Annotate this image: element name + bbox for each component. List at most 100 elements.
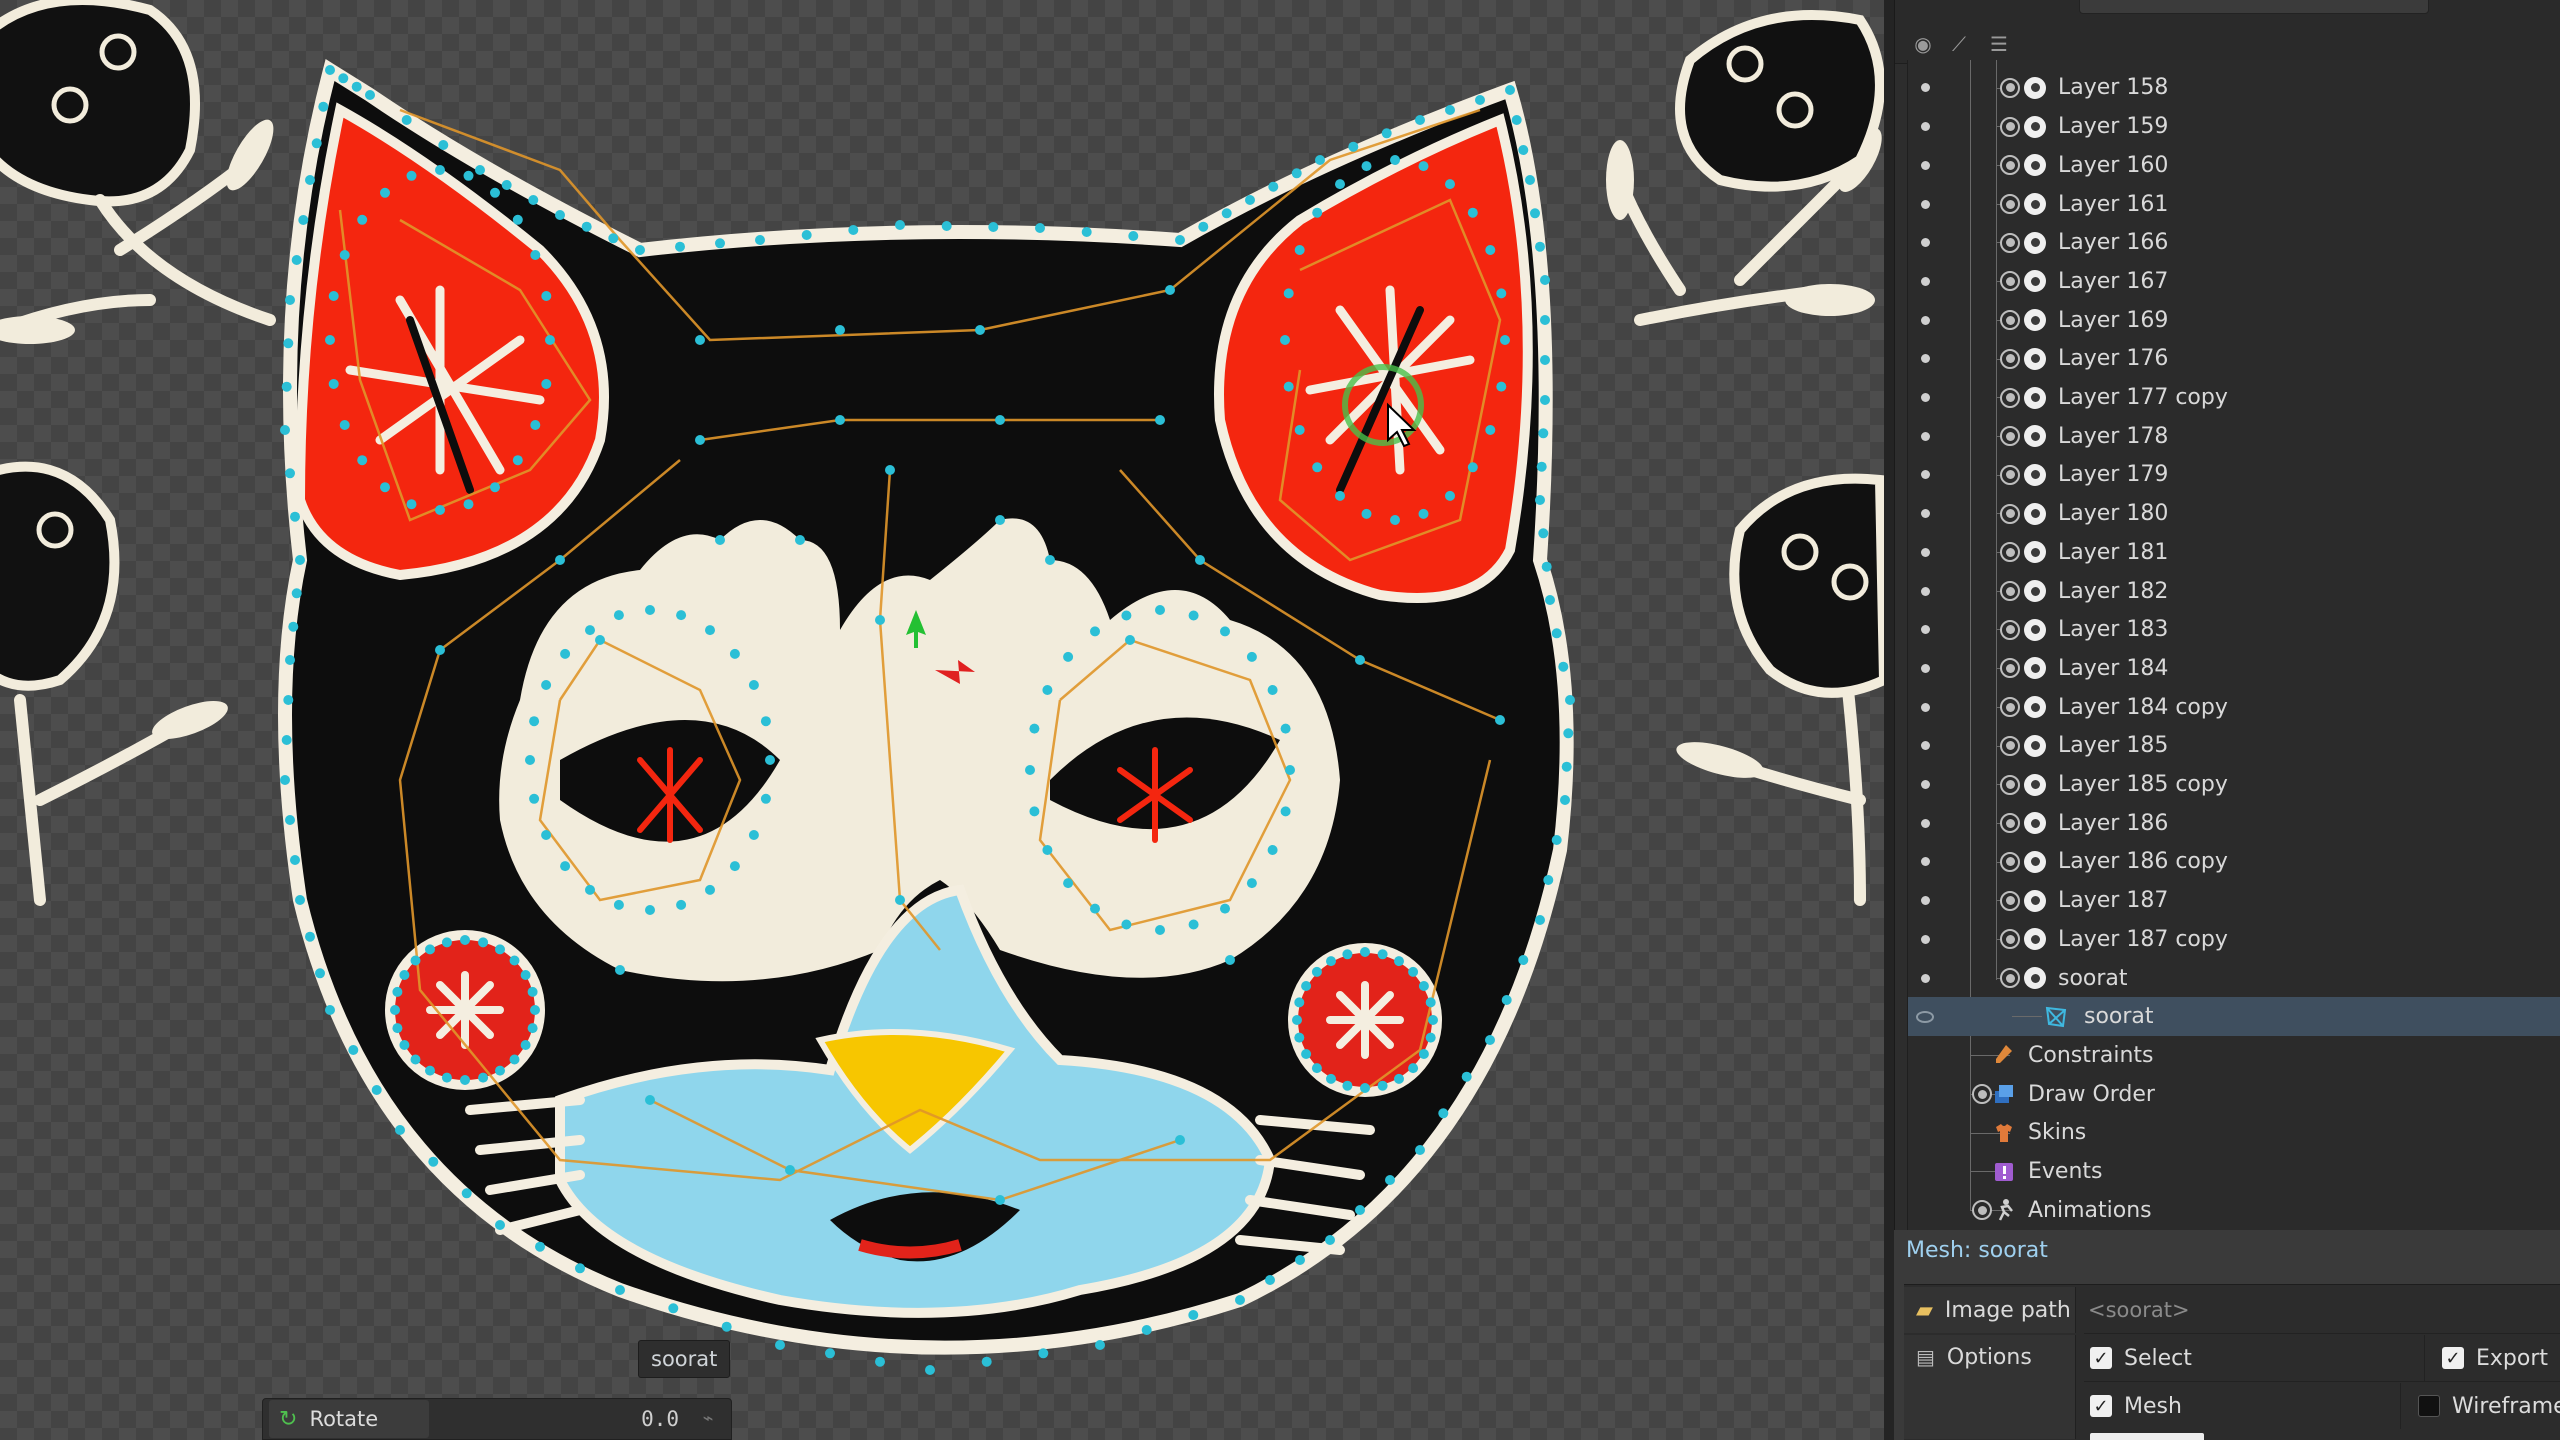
mesh-vertex[interactable] (392, 986, 403, 997)
mesh-vertex[interactable] (1538, 428, 1549, 439)
tree-item-mesh-soorat[interactable]: soorat (1908, 997, 2560, 1037)
tree-section-draw-order[interactable]: Draw Order (1908, 1075, 2560, 1114)
mesh-vertex[interactable] (1536, 461, 1547, 472)
mesh-vertex[interactable] (1081, 227, 1092, 237)
visibility-toggle-icon[interactable] (1916, 543, 1934, 561)
mesh-vertex[interactable] (463, 170, 474, 181)
mesh-vertex[interactable] (1563, 728, 1574, 739)
mesh-vertex[interactable] (595, 635, 605, 645)
expand-toggle-icon[interactable] (2000, 581, 2020, 602)
mesh-vertex[interactable] (1467, 207, 1478, 218)
mesh-vertex[interactable] (1295, 1255, 1305, 1265)
mesh-vertex[interactable] (1063, 651, 1074, 662)
mesh-vertex[interactable] (1268, 181, 1279, 192)
mesh-vertex[interactable] (541, 291, 552, 301)
mesh-vertex[interactable] (925, 1365, 935, 1375)
tree-section-constraints[interactable]: Constraints (1908, 1036, 2560, 1075)
mesh-vertex[interactable] (1385, 1175, 1395, 1185)
mesh-vertex[interactable] (435, 645, 445, 655)
mesh-vertex[interactable] (288, 621, 299, 632)
mesh-vertex[interactable] (1540, 315, 1550, 325)
mesh-vertex[interactable] (729, 861, 740, 872)
visibility-toggle-icon[interactable] (1916, 195, 1934, 213)
mesh-vertex[interactable] (328, 379, 339, 389)
mesh-vertex[interactable] (1294, 997, 1305, 1008)
mesh-vertex[interactable] (1198, 221, 1209, 232)
mesh-vertex[interactable] (290, 511, 300, 522)
export-checkbox[interactable]: ✓ Export (2442, 1335, 2548, 1381)
mesh-vertex[interactable] (1128, 231, 1139, 241)
mesh-vertex[interactable] (1315, 155, 1325, 165)
mesh-vertex[interactable] (280, 775, 290, 785)
mesh-vertex[interactable] (541, 680, 552, 690)
mesh-vertex[interactable] (1326, 1073, 1336, 1084)
mesh-vertex[interactable] (1461, 1071, 1472, 1082)
mesh-vertex[interactable] (1500, 335, 1510, 345)
mesh-vertex[interactable] (281, 381, 292, 392)
tree-item-layer[interactable]: Layer 166 (1908, 223, 2560, 262)
link-icon[interactable]: ⌁ (693, 1404, 723, 1434)
mesh-vertex[interactable] (1394, 956, 1404, 967)
mesh-vertex[interactable] (875, 1356, 885, 1367)
mesh-vertex[interactable] (1418, 508, 1429, 519)
tree-item-layer[interactable]: Layer 181 (1908, 533, 2560, 572)
mesh-vertex[interactable] (460, 1075, 470, 1085)
mesh-vertex[interactable] (280, 425, 290, 435)
mesh-vertex[interactable] (1415, 115, 1425, 125)
mesh-vertex[interactable] (291, 255, 302, 265)
mesh-vertex[interactable] (541, 830, 552, 840)
mesh-vertex[interactable] (1312, 207, 1323, 218)
expand-toggle-icon[interactable] (2000, 426, 2020, 447)
mesh-vertex[interactable] (1291, 168, 1302, 179)
mesh-vertex[interactable] (338, 73, 349, 84)
mesh-vertex[interactable] (1155, 605, 1165, 615)
mesh-vertex[interactable] (1125, 635, 1135, 645)
visibility-toggle-icon[interactable] (1916, 853, 1934, 871)
mesh-vertex[interactable] (390, 1005, 400, 1015)
visibility-toggle-icon[interactable] (1916, 427, 1934, 445)
mesh-vertex[interactable] (1518, 145, 1529, 155)
tree-view[interactable]: Layer 158 Layer 159 Layer 160 Layer 161 Laye… (1907, 60, 2560, 1230)
mesh-vertex[interactable] (1390, 155, 1400, 165)
mesh-vertex[interactable] (885, 465, 895, 475)
mesh-vertex[interactable] (1485, 245, 1496, 255)
visibility-toggle-icon[interactable] (1916, 969, 1934, 987)
mesh-vertex[interactable] (527, 1023, 538, 1034)
mesh-vertex[interactable] (495, 1220, 505, 1230)
mesh-vertex[interactable] (801, 230, 812, 240)
tree-item-layer[interactable]: Layer 161 (1908, 185, 2560, 224)
mesh-vertex[interactable] (438, 140, 449, 150)
mesh-vertex[interactable] (525, 755, 535, 765)
visibility-toggle-icon[interactable] (1916, 389, 1934, 407)
mesh-vertex[interactable] (475, 165, 485, 175)
mesh-vertex[interactable] (1165, 285, 1175, 295)
visibility-toggle-icon[interactable] (1916, 776, 1934, 794)
mesh-vertex[interactable] (575, 1263, 585, 1274)
mesh-vertex[interactable] (305, 931, 315, 942)
mesh-vertex[interactable] (392, 1023, 403, 1034)
visibility-icon[interactable]: ◉ (1909, 30, 1937, 58)
mesh-vertex[interactable] (1425, 1032, 1436, 1043)
mesh-vertex[interactable] (1425, 997, 1436, 1008)
mesh-vertex[interactable] (760, 793, 771, 804)
mesh-vertex[interactable] (1155, 925, 1165, 935)
mesh-vertex[interactable] (1551, 628, 1562, 639)
mesh-vertex[interactable] (1292, 1015, 1302, 1025)
visibility-toggle-icon[interactable] (1916, 892, 1934, 910)
mesh-vertex[interactable] (1042, 685, 1053, 695)
visibility-toggle-icon[interactable] (1916, 930, 1934, 948)
mesh-vertex[interactable] (357, 214, 368, 225)
mesh-vertex[interactable] (328, 291, 339, 301)
mesh-vertex[interactable] (715, 238, 725, 249)
mesh-vertex[interactable] (848, 225, 859, 235)
expand-toggle-icon[interactable] (2000, 348, 2020, 369)
mesh-vertex[interactable] (1525, 175, 1535, 185)
mesh-vertex[interactable] (290, 855, 300, 865)
mesh-vertex[interactable] (560, 648, 571, 659)
mesh-vertex[interactable] (530, 1005, 540, 1015)
mesh-vertex[interactable] (1535, 495, 1545, 505)
mesh-vertex[interactable] (1445, 490, 1455, 501)
mesh-vertex[interactable] (460, 935, 470, 945)
mesh-vertex[interactable] (1377, 949, 1388, 960)
mesh-vertex[interactable] (441, 1072, 452, 1083)
